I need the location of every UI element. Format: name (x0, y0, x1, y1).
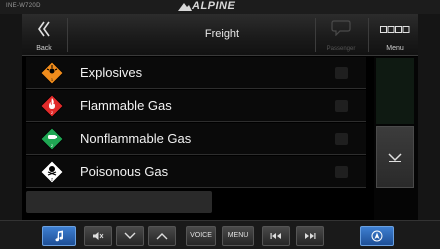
volume-up-button[interactable] (148, 226, 176, 246)
chevron-down-icon (124, 232, 136, 239)
menu-button[interactable]: Menu (372, 14, 418, 56)
list-item-label: Poisonous Gas (80, 164, 169, 179)
next-track-button[interactable] (296, 226, 324, 246)
checkbox[interactable] (335, 133, 348, 145)
mute-icon (93, 232, 104, 240)
freight-list: 1 Explosives 2 Flammable Gas 2 Nonflamma… (22, 57, 374, 220)
scroll-down-button[interactable] (376, 126, 414, 188)
passenger-label: Passenger (326, 46, 356, 52)
alpine-logo-mark (178, 3, 192, 11)
menu-grid-icon (380, 26, 410, 33)
menu-hard-button[interactable]: MENU (222, 226, 254, 246)
mute-button[interactable] (84, 226, 112, 246)
header-divider (67, 18, 68, 52)
brand-logo: ALPINE (192, 0, 236, 12)
navigation-button[interactable] (360, 226, 394, 246)
volume-down-button[interactable] (116, 226, 144, 246)
chevron-up-icon (156, 233, 168, 240)
checkbox[interactable] (335, 166, 348, 178)
double-chevron-left-icon (38, 21, 50, 37)
list-item[interactable]: 2 Flammable Gas (26, 90, 366, 122)
header-bar: Back Freight Passenger Menu (22, 14, 418, 56)
back-label: Back (36, 45, 52, 52)
list-item-label: Nonflammable Gas (80, 131, 192, 146)
passenger-button[interactable]: Passenger (316, 14, 366, 56)
voice-button[interactable]: VOICE (186, 226, 216, 246)
hardware-button-bar: VOICE MENU (0, 220, 440, 249)
poisonous-gas-hazard-icon: 2 (40, 160, 64, 184)
music-note-icon (55, 230, 64, 242)
model-label: INE-W720D (6, 3, 41, 9)
list-item-label: Explosives (80, 65, 143, 80)
nonflammable-gas-hazard-icon: 2 (40, 127, 64, 151)
navigation-icon (371, 230, 383, 242)
skip-forward-icon (305, 233, 316, 239)
skip-back-icon (270, 233, 281, 239)
list-item-label: Flammable Gas (80, 98, 172, 113)
previous-track-button[interactable] (262, 226, 290, 246)
explosives-hazard-icon: 1 (40, 61, 64, 85)
list-item[interactable]: 2 Nonflammable Gas (26, 123, 366, 155)
page-title: Freight (204, 28, 240, 40)
back-button[interactable]: Back (22, 14, 66, 56)
header-divider (368, 18, 369, 52)
chat-bubble-icon (331, 20, 351, 36)
chevron-down-icon (388, 153, 402, 162)
scroll-thumb[interactable] (376, 58, 414, 124)
bezel-top: INE-W720D ALPINE (0, 0, 440, 14)
checkbox[interactable] (335, 100, 348, 112)
empty-list-item (26, 191, 212, 213)
list-item[interactable]: 1 Explosives (26, 57, 366, 89)
list-item[interactable]: 2 Poisonous Gas (26, 156, 366, 188)
checkbox[interactable] (335, 67, 348, 79)
flammable-gas-hazard-icon: 2 (40, 94, 64, 118)
music-button[interactable] (42, 226, 76, 246)
screen: Back Freight Passenger Menu 1 Explosives… (22, 14, 418, 220)
menu-label: Menu (386, 45, 404, 52)
